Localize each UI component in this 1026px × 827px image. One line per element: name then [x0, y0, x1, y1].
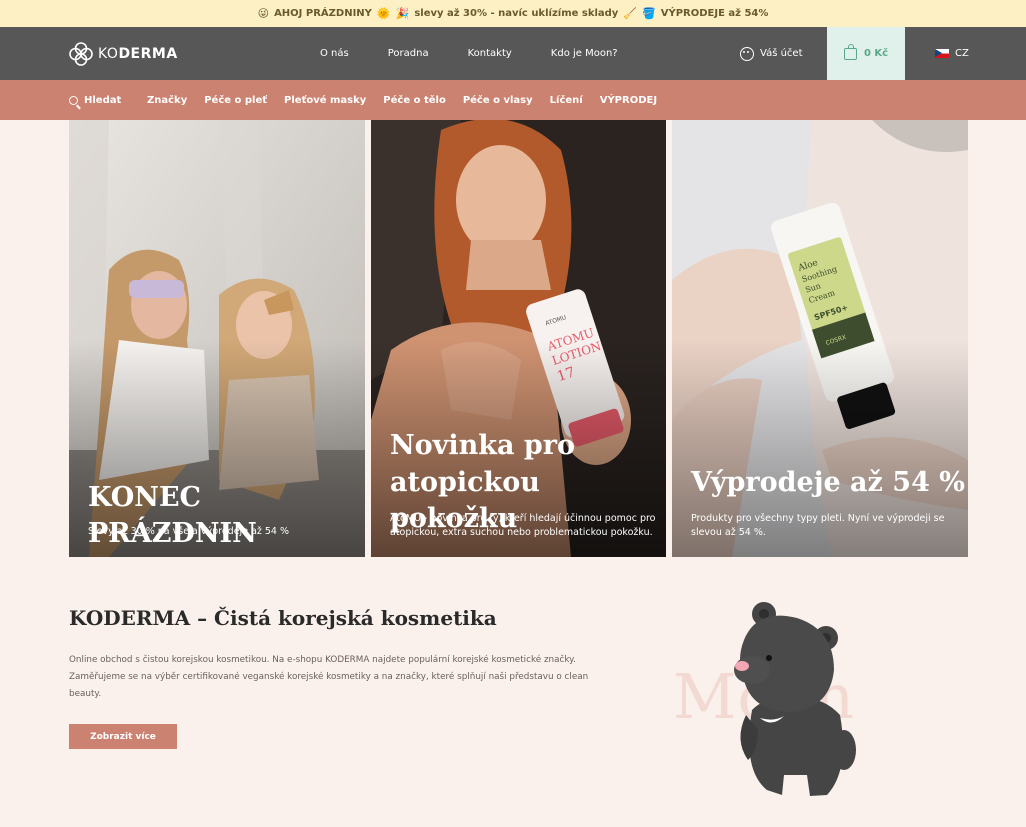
moon-bear-mascot-icon	[734, 602, 856, 796]
promo-card-atopic-skin[interactable]: ATOMU ATOMU LOTION 17 Novinka pro atopic…	[371, 120, 666, 557]
intro-text-line3: beauty.	[69, 689, 102, 699]
shopping-bag-icon	[843, 43, 857, 60]
category-face-masks[interactable]: Pleťové masky	[284, 95, 366, 106]
category-nav: Hledat Značky Péče o pleť Pleťové masky …	[0, 80, 1026, 120]
category-list: Značky Péče o pleť Pleťové masky Péče o …	[147, 95, 657, 106]
announcement-part1: AHOJ PRÁZDNINY	[274, 8, 372, 19]
logo-text-bold: DERMA	[118, 46, 178, 62]
card-text-line2: slevou až 54 %.	[691, 527, 766, 538]
category-sale[interactable]: VÝPRODEJ	[600, 95, 657, 106]
category-hair-care[interactable]: Péče o vlasy	[463, 95, 533, 106]
koderma-logo[interactable]: KODERMA	[68, 41, 178, 67]
category-body-care[interactable]: Péče o tělo	[383, 95, 446, 106]
search-icon	[69, 95, 78, 105]
promo-card-sale[interactable]: Aloe Soothing Sun Cream SPF50+ COSRX Výp…	[672, 120, 968, 557]
account-label: Váš účet	[760, 48, 803, 59]
intro-text-line1: Online obchod s čistou korejskou kosmeti…	[69, 655, 576, 665]
main-nav: O nás Poradna Kontakty Kdo je Moon?	[320, 27, 657, 80]
language-switcher[interactable]: CZ	[935, 27, 969, 80]
card-text-line1: AtoMU - novinka pro ty, kteří hledají úč…	[390, 513, 656, 524]
promo-card-end-of-holidays[interactable]: KONEC PRÁZDNIN Slevy až 30 % na vše a vý…	[69, 120, 365, 557]
nav-who-is-moon[interactable]: Kdo je Moon?	[551, 48, 618, 59]
nav-advice[interactable]: Poradna	[388, 48, 429, 59]
card-text-line1: Produkty pro všechny typy pleti. Nyní ve…	[691, 513, 945, 524]
card-text-line2: atopickou, extra suchou nebo problematic…	[390, 527, 653, 538]
broom-emoji-icon: 🧹	[623, 7, 638, 20]
wink-emoji-icon: 😜	[257, 7, 270, 20]
card-title: Výprodeje až 54 %	[691, 467, 965, 498]
nav-about[interactable]: O nás	[320, 48, 349, 59]
intro-title: KODERMA – Čistá korejská kosmetika	[69, 606, 497, 630]
category-makeup[interactable]: Líčení	[550, 95, 583, 106]
czech-flag-icon	[935, 49, 949, 58]
cart-button[interactable]: 0 Kč	[827, 27, 905, 80]
search-link[interactable]: Hledat	[69, 95, 121, 106]
intro-text: Online obchod s čistou korejskou kosmeti…	[69, 652, 609, 703]
logo-flower-icon	[69, 42, 93, 66]
user-face-icon	[740, 46, 754, 61]
cart-total: 0 Kč	[863, 48, 889, 59]
category-skin-care[interactable]: Péče o pleť	[204, 95, 267, 106]
main-header: KODERMA O nás Poradna Kontakty Kdo je Mo…	[0, 27, 1026, 80]
language-label: CZ	[955, 48, 969, 59]
intro-text-line2: Zaměřujeme se na výběr certifikované veg…	[69, 672, 589, 682]
show-more-button[interactable]: Zobrazit více	[69, 724, 177, 749]
card-text: Slevy až 30 % na vše a výprodeje až 54 %	[88, 526, 290, 537]
bucket-emoji-icon: 🪣	[642, 7, 656, 20]
category-brands[interactable]: Značky	[147, 95, 187, 106]
search-label: Hledat	[84, 94, 122, 106]
nav-contacts[interactable]: Kontakty	[468, 48, 512, 59]
logo-text-light: KO	[98, 46, 119, 62]
party-emoji-icon: 🎉	[395, 7, 410, 20]
announcement-bar[interactable]: 😜 AHOJ PRÁZDNINY 🌞 🎉 slevy až 30% - naví…	[0, 0, 1026, 27]
card-title-line1: Novinka pro	[390, 430, 575, 461]
card-title: KONEC PRÁZDNIN	[88, 482, 257, 549]
sun-emoji-icon: 🌞	[376, 7, 391, 20]
announcement-part3: VÝPRODEJE až 54%	[660, 8, 769, 19]
announcement-part2: slevy až 30% - navíc uklízíme sklady	[414, 8, 619, 19]
logo-text: KODERMA	[98, 46, 178, 62]
account-link[interactable]: Váš účet	[740, 27, 803, 80]
